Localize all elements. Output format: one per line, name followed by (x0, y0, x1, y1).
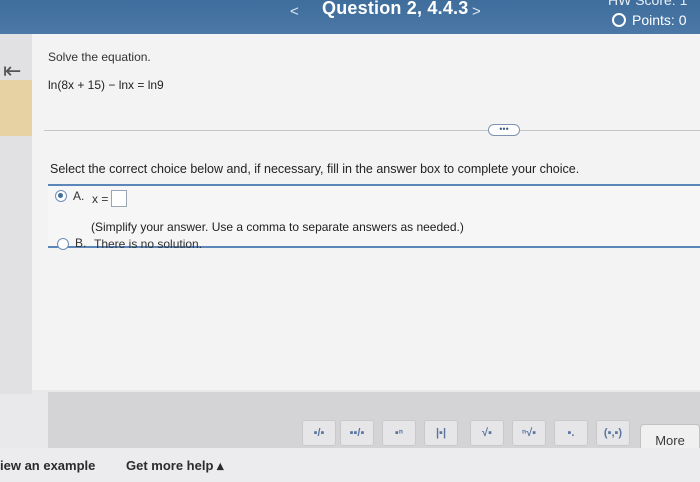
footer-bar (0, 448, 700, 482)
back-arrow-icon[interactable]: ⇤ (3, 58, 21, 84)
answer-input[interactable] (111, 190, 127, 207)
ordered-pair-button[interactable]: (▪,▪) (596, 420, 630, 446)
exponent-button[interactable]: ▪ⁿ (382, 420, 416, 446)
question-title: Question 2, 4.4.3 (322, 0, 469, 18)
absolute-value-button[interactable]: |▪| (424, 420, 458, 446)
question-prompt: Solve the equation. (48, 50, 151, 64)
view-example-link[interactable]: iew an example (0, 458, 95, 473)
choice-b-radio[interactable] (57, 238, 69, 250)
points-indicator: Points: 0 (612, 12, 686, 28)
mixed-number-button[interactable]: ▪▪/▪ (340, 420, 374, 446)
choice-a-radio[interactable] (55, 190, 67, 202)
choice-a-hint: (Simplify your answer. Use a comma to se… (91, 220, 464, 234)
choice-a-letter: A. (73, 189, 85, 203)
question-header: < Question 2, 4.4.3 > HW Score: 1 Points… (0, 0, 700, 34)
choice-b-letter: B. (75, 236, 87, 250)
nth-root-button[interactable]: ⁿ√▪ (512, 420, 546, 446)
fraction-button[interactable]: ▪/▪ (302, 420, 336, 446)
choice-a-prefix: x = (92, 192, 109, 206)
left-rail-accent (0, 80, 32, 136)
square-root-button[interactable]: √▪ (470, 420, 504, 446)
points-ring-icon (612, 13, 626, 27)
points-label: Points: 0 (632, 12, 687, 28)
choice-b-text: There is no solution. (94, 237, 203, 251)
get-more-help-link[interactable]: Get more help ▴ (126, 458, 224, 474)
instruction-text: Select the correct choice below and, if … (50, 162, 580, 176)
expand-dots-button[interactable]: ••• (488, 124, 520, 136)
decimal-button[interactable]: ▪. (554, 420, 588, 446)
previous-question-button[interactable]: < (290, 3, 299, 20)
hw-score: HW Score: 1 (608, 0, 688, 8)
section-divider (44, 130, 700, 131)
next-question-button[interactable]: > (472, 3, 481, 20)
equation: ln(8x + 15) − lnx = ln9 (48, 78, 164, 92)
